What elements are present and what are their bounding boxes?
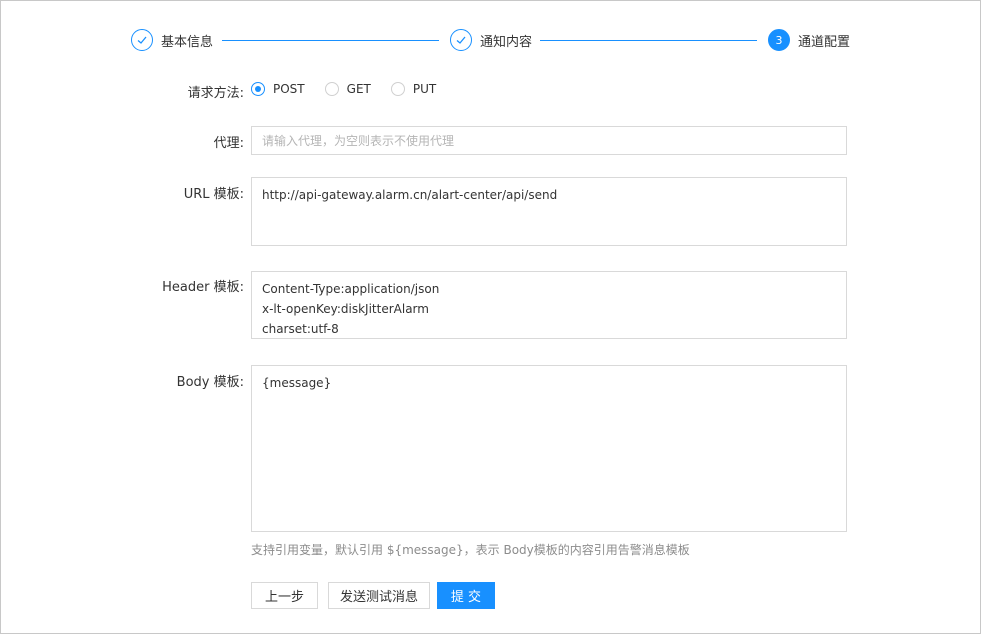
submit-button[interactable]: 提 交	[437, 582, 495, 609]
step-notify-content[interactable]: 通知内容	[450, 28, 532, 52]
step-number-badge: 3	[768, 29, 790, 51]
step-title: 通知内容	[480, 34, 533, 50]
step-channel-config[interactable]: 3 通道配置	[768, 28, 850, 52]
check-icon	[450, 29, 472, 51]
radio-label: PUT	[412, 82, 437, 96]
radio-put[interactable]: PUT	[390, 82, 437, 96]
header-template-textarea[interactable]: Content-Type:application/json x-lt-openK…	[251, 271, 847, 339]
step-title: 基本信息	[161, 34, 214, 50]
body-template-label: Body 模板:	[176, 375, 244, 390]
method-label: 请求方法:	[187, 86, 244, 101]
url-template-label: URL 模板:	[183, 187, 244, 202]
radio-unchecked-icon	[324, 82, 339, 96]
proxy-label: 代理:	[213, 136, 244, 151]
step-connector	[540, 40, 757, 41]
radio-unchecked-icon	[390, 82, 405, 96]
step-connector	[222, 40, 439, 41]
radio-get[interactable]: GET	[324, 82, 371, 96]
step-basic-info[interactable]: 基本信息	[131, 28, 213, 52]
radio-post[interactable]: POST	[251, 82, 305, 96]
prev-step-button[interactable]: 上一步	[251, 582, 318, 609]
proxy-input[interactable]	[251, 126, 847, 155]
url-template-textarea[interactable]: http://api-gateway.alarm.cn/alart-center…	[251, 177, 847, 246]
send-test-message-button[interactable]: 发送测试消息	[328, 582, 430, 609]
body-template-textarea[interactable]: {message}	[251, 365, 847, 532]
header-template-label: Header 模板:	[162, 280, 244, 295]
body-template-hint: 支持引用变量，默认引用 ${message}，表示 Body模板的内容引用告警消…	[251, 543, 690, 557]
radio-checked-icon	[251, 82, 265, 96]
steps-bar: 基本信息 通知内容 3 通道配置	[131, 28, 851, 54]
method-radio-group: POST GET PUT	[251, 82, 456, 96]
radio-label: GET	[346, 82, 371, 96]
step-title: 通道配置	[798, 34, 851, 50]
radio-label: POST	[273, 82, 305, 96]
check-icon	[131, 29, 153, 51]
